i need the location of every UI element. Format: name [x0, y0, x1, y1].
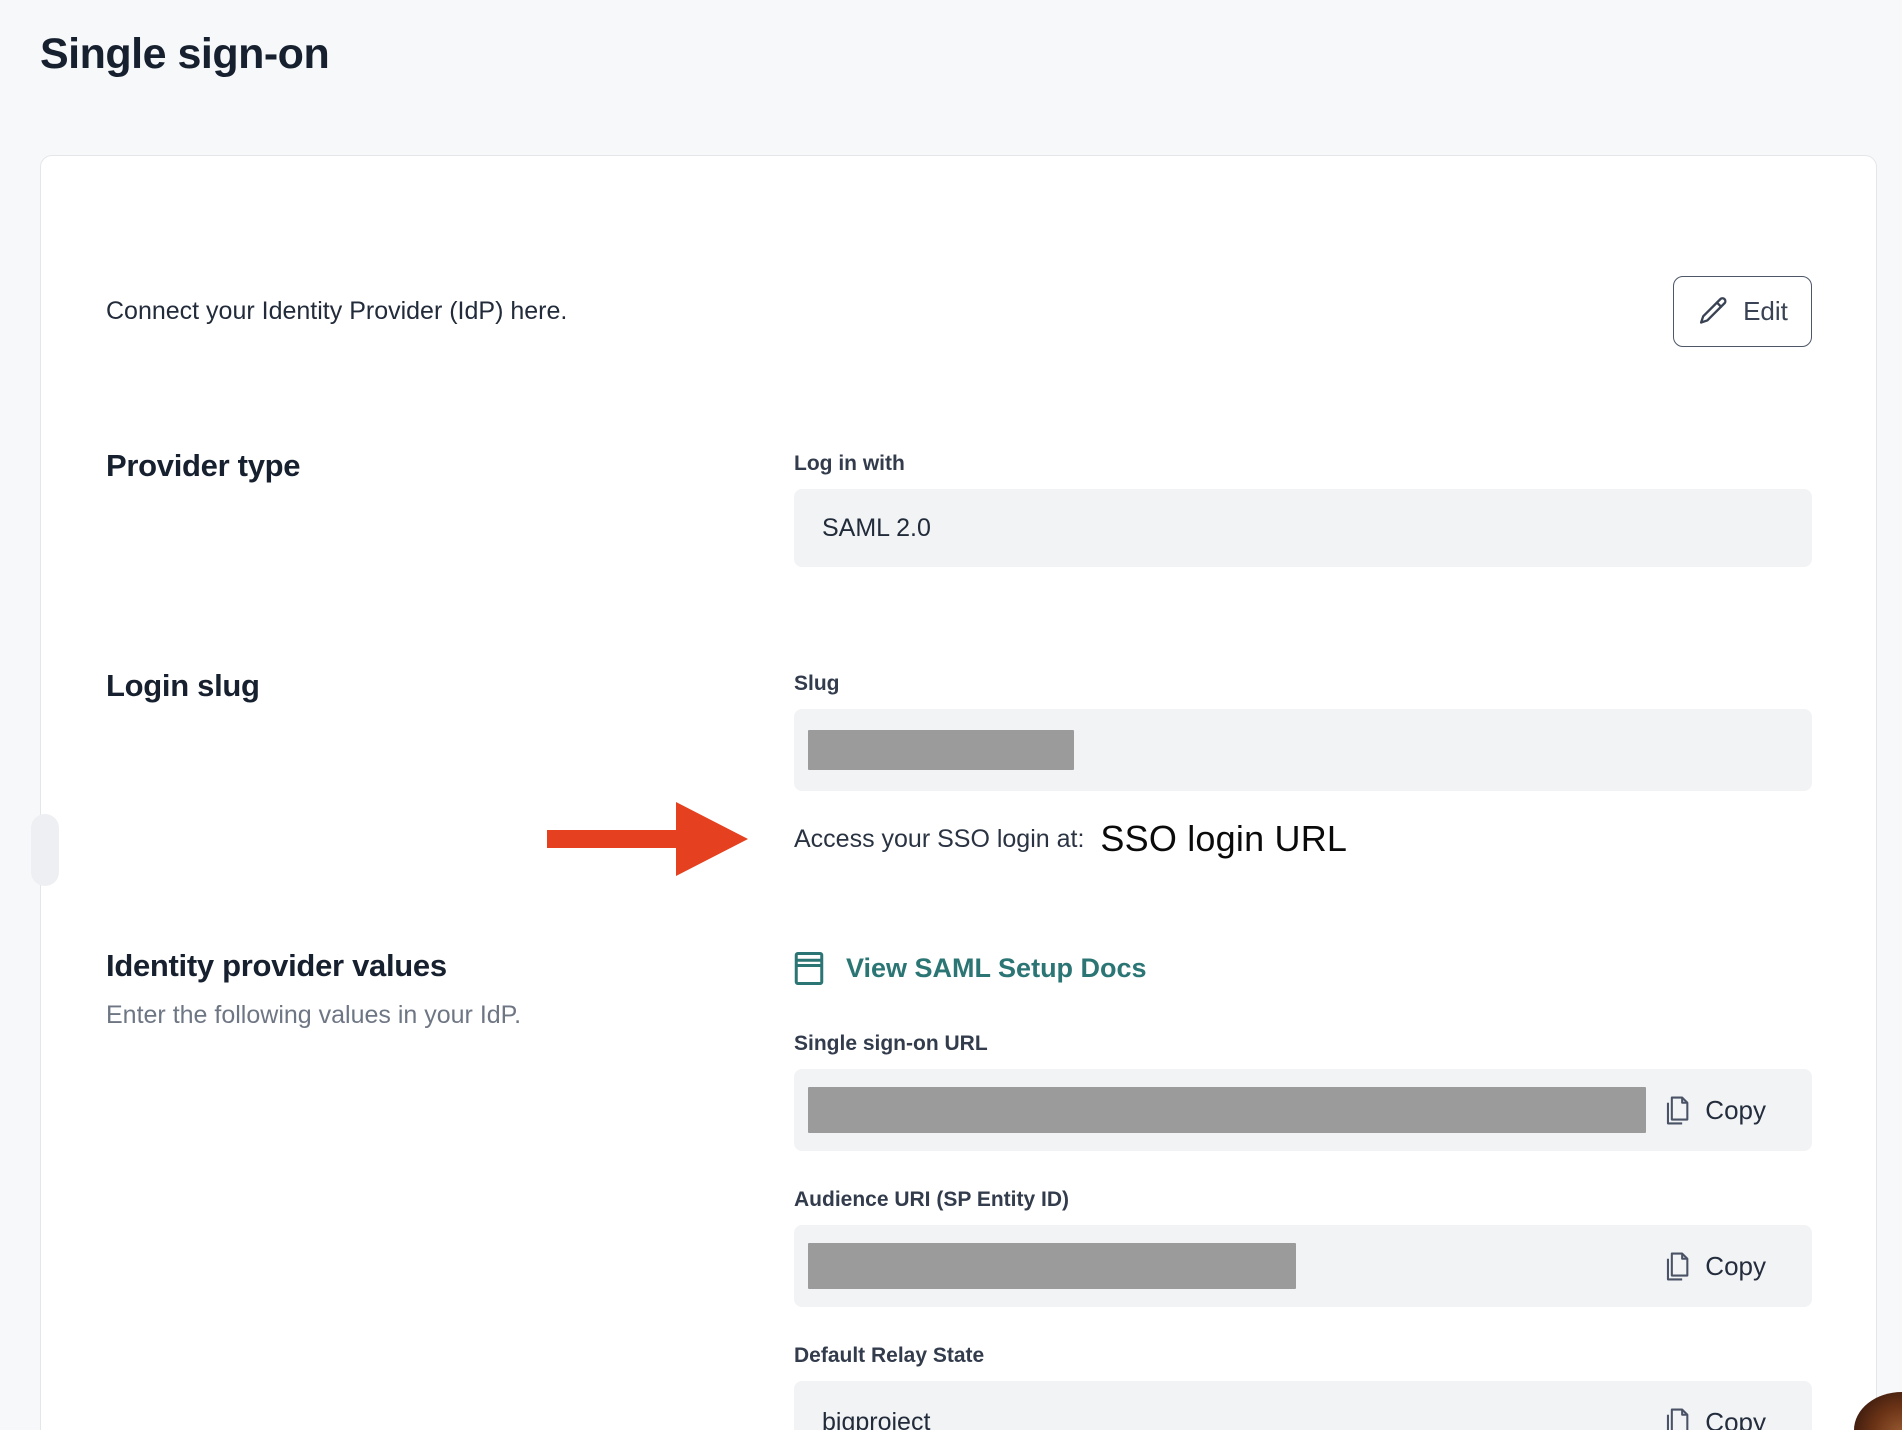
slug-redacted-value: [808, 730, 1074, 770]
intro-text: Connect your Identity Provider (IdP) her…: [106, 297, 567, 326]
copy-relay-state-button[interactable]: Copy: [1664, 1407, 1766, 1430]
sso-login-url-text: SSO login URL: [1100, 818, 1347, 860]
audience-uri-redacted-value: [808, 1243, 1296, 1289]
edit-button-label: Edit: [1743, 296, 1788, 327]
idp-values-heading: Identity provider values: [106, 947, 794, 985]
copy-button-label: Copy: [1705, 1251, 1766, 1282]
access-login-text: Access your SSO login at:: [794, 825, 1084, 854]
relay-state-field: bigproject Copy: [794, 1381, 1812, 1430]
copy-icon: [1664, 1095, 1690, 1126]
provider-type-value: SAML 2.0: [822, 514, 931, 543]
copy-button-label: Copy: [1705, 1407, 1766, 1430]
audience-uri-field: Copy: [794, 1225, 1812, 1307]
slug-field: [794, 709, 1812, 791]
relay-state-label: Default Relay State: [794, 1343, 1812, 1369]
sso-settings-card: Connect your Identity Provider (IdP) her…: [40, 155, 1877, 1430]
slug-label: Slug: [794, 671, 1812, 697]
pencil-icon: [1697, 295, 1730, 328]
provider-type-field: SAML 2.0: [794, 489, 1812, 567]
sso-url-field: Copy: [794, 1069, 1812, 1151]
left-edge-handle[interactable]: [31, 814, 59, 886]
copy-icon: [1664, 1407, 1690, 1430]
access-login-line: Access your SSO login at: SSO login URL: [794, 815, 1812, 863]
provider-type-heading: Provider type: [106, 447, 794, 485]
saml-docs-link-label: View SAML Setup Docs: [846, 953, 1147, 984]
login-slug-section: Login slug Slug Access your SSO login at…: [106, 671, 1812, 863]
page-title: Single sign-on: [0, 0, 1902, 80]
document-icon: [794, 951, 824, 986]
edit-button[interactable]: Edit: [1673, 276, 1812, 347]
copy-audience-uri-button[interactable]: Copy: [1664, 1251, 1766, 1282]
sso-url-redacted-value: [808, 1087, 1646, 1133]
intro-row: Connect your Identity Provider (IdP) her…: [106, 276, 1812, 347]
copy-icon: [1664, 1251, 1690, 1282]
sso-url-label: Single sign-on URL: [794, 1031, 1812, 1057]
idp-values-section: Identity provider values Enter the follo…: [106, 951, 1812, 1430]
provider-type-section: Provider type Log in with SAML 2.0: [106, 451, 1812, 567]
copy-sso-url-button[interactable]: Copy: [1664, 1095, 1766, 1126]
login-with-label: Log in with: [794, 451, 1812, 477]
relay-state-value: bigproject: [822, 1408, 930, 1430]
login-slug-heading: Login slug: [106, 667, 794, 705]
saml-docs-link[interactable]: View SAML Setup Docs: [794, 951, 1147, 986]
copy-button-label: Copy: [1705, 1095, 1766, 1126]
audience-uri-label: Audience URI (SP Entity ID): [794, 1187, 1812, 1213]
idp-values-subtitle: Enter the following values in your IdP.: [106, 1001, 794, 1030]
